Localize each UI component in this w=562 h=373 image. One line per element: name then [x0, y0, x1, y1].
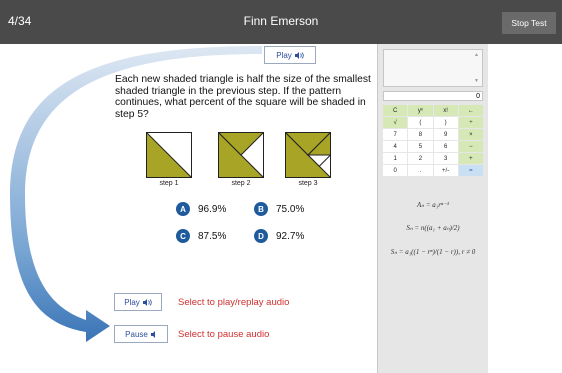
pause-speaker-icon	[150, 330, 155, 338]
calculator-key[interactable]: ÷	[458, 117, 483, 128]
calculator-key[interactable]: √	[383, 117, 408, 128]
calculator-key[interactable]: 4	[383, 141, 408, 152]
calculator-key[interactable]: x!	[433, 105, 458, 116]
question-text: Each new shaded triangle is half the siz…	[115, 74, 371, 120]
scroll-up-icon[interactable]: ▲	[474, 52, 479, 58]
play-audio-hint: Select to play/replay audio	[178, 297, 290, 308]
calculator-panel: ▲ ▼ 0 Cyˣ x! ← √() ÷ 7 8 9 × 4 5 6− 1 2 3 +0. +/- = Aₙ = …	[377, 44, 489, 373]
calculator-key[interactable]: ←	[458, 105, 483, 116]
choice-d-value: 92.7%	[276, 230, 305, 242]
choice-c[interactable]: C 87.5%	[176, 229, 226, 243]
calculator-history[interactable]: ▲ ▼	[383, 49, 483, 87]
calculator-key[interactable]: 6	[433, 141, 458, 152]
calculator-key[interactable]: 2	[408, 153, 433, 164]
choice-a[interactable]: A 96.9%	[176, 202, 226, 216]
content-area: Play Each new shaded triangle is half th…	[0, 44, 562, 373]
pause-audio-button[interactable]: Pause	[114, 325, 168, 343]
choice-c-badge: C	[176, 229, 190, 243]
calculator-key[interactable]: ×	[458, 129, 483, 140]
step-3-figure	[285, 132, 331, 178]
play-audio-button[interactable]: Play	[114, 293, 162, 311]
calculator-key[interactable]: 9	[433, 129, 458, 140]
choice-a-value: 96.9%	[198, 203, 227, 215]
stop-test-button[interactable]: Stop Test	[502, 12, 556, 34]
pause-audio-hint: Select to pause audio	[178, 329, 270, 340]
calculator-key[interactable]: 8	[408, 129, 433, 140]
calculator-key[interactable]: −	[458, 141, 483, 152]
step-1-label: step 1	[159, 180, 179, 187]
calculator-key[interactable]: 1	[383, 153, 408, 164]
play-label: Play	[276, 50, 292, 60]
step-1-figure	[146, 132, 192, 178]
calculator-key[interactable]: 5	[408, 141, 433, 152]
speaker-icon	[142, 298, 152, 306]
calculator-key[interactable]: =	[458, 165, 483, 176]
choice-b-badge: B	[254, 202, 268, 216]
step-2-label: step 2	[231, 180, 251, 187]
calculator-key[interactable]: +	[458, 153, 483, 164]
calculator-key[interactable]: 0	[383, 165, 408, 176]
choice-b-value: 75.0%	[276, 203, 305, 215]
calculator-key[interactable]: 7	[383, 129, 408, 140]
choice-c-value: 87.5%	[198, 230, 227, 242]
right-margin	[488, 44, 562, 373]
play-audio-label: Play	[124, 297, 140, 307]
step-2-figure	[218, 132, 264, 178]
calculator-display: 0	[383, 91, 483, 101]
speaker-icon	[294, 51, 304, 59]
formula-geometric-sum: Sₙ = a₁((1 − rⁿ)/(1 − r)), r ≠ 0	[390, 248, 476, 256]
pause-audio-label: Pause	[125, 329, 148, 339]
choice-b[interactable]: B 75.0%	[254, 202, 304, 216]
calculator-key[interactable]: yˣ	[408, 105, 433, 116]
calculator-key[interactable]: (	[408, 117, 433, 128]
question-play-button[interactable]: Play	[264, 46, 316, 64]
calculator-key[interactable]: +/-	[433, 165, 458, 176]
choice-a-badge: A	[176, 202, 190, 216]
scroll-down-icon[interactable]: ▼	[474, 78, 479, 84]
top-bar: 4/34 Finn Emerson Stop Test	[0, 0, 562, 44]
calculator-key[interactable]: C	[383, 105, 408, 116]
step-3-label: step 3	[298, 180, 318, 187]
calculator-key[interactable]: 3	[433, 153, 458, 164]
student-name: Finn Emerson	[243, 14, 319, 28]
formula-nth-term: Aₙ = a₁rⁿ⁻¹	[417, 201, 449, 209]
choice-d[interactable]: D 92.7%	[254, 229, 304, 243]
formula-arithmetic-sum: Sₙ = n((a₁ + aₙ)/2)	[406, 224, 460, 232]
choice-d-badge: D	[254, 229, 268, 243]
calculator-key[interactable]: )	[433, 117, 458, 128]
calculator-keypad: Cyˣ x! ← √() ÷ 7 8 9 × 4 5 6− 1 2 3 +0. +/- =	[383, 105, 483, 176]
calculator-key[interactable]: .	[408, 165, 433, 176]
